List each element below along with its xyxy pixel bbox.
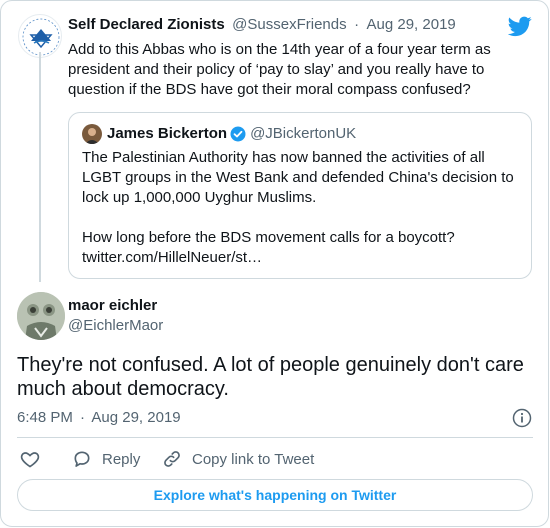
info-icon[interactable] bbox=[512, 408, 532, 428]
thread-line bbox=[39, 52, 41, 282]
text-line: question if the BDS have got their moral… bbox=[68, 81, 471, 98]
reply-button[interactable]: Reply bbox=[72, 449, 140, 469]
parent-header: Self Declared Zionists @SussexFriends · … bbox=[68, 16, 456, 34]
divider bbox=[17, 437, 533, 438]
quoted-link[interactable]: twitter.com/HillelNeuer/st… bbox=[82, 248, 527, 268]
separator-dot: · bbox=[80, 409, 86, 426]
quoted-header: James Bickerton @JBickertonUK bbox=[107, 125, 356, 142]
main-avatar[interactable] bbox=[17, 292, 65, 340]
text-line: LGBT groups in the West Bank and defende… bbox=[82, 169, 514, 186]
verified-badge-icon bbox=[230, 126, 246, 142]
separator-dot: · bbox=[354, 16, 360, 33]
quoted-tweet-text: The Palestinian Authority has now banned… bbox=[82, 148, 527, 268]
parent-handle[interactable]: @SussexFriends bbox=[232, 16, 346, 33]
link-icon bbox=[162, 449, 182, 469]
quoted-avatar bbox=[82, 124, 102, 144]
parent-date[interactable]: Aug 29, 2019 bbox=[367, 16, 456, 33]
quoted-handle: @JBickertonUK bbox=[250, 125, 357, 142]
text-line: They're not confused. A lot of people ge… bbox=[17, 354, 524, 376]
reply-label: Reply bbox=[102, 450, 141, 468]
quoted-tweet[interactable]: James Bickerton @JBickertonUK The Palest… bbox=[68, 112, 532, 279]
reply-icon bbox=[72, 449, 92, 469]
explore-button[interactable]: Explore what's happening on Twitter bbox=[17, 479, 533, 511]
tweet-time: 6:48 PM bbox=[17, 409, 73, 426]
main-tweet-text: They're not confused. A lot of people ge… bbox=[17, 353, 537, 401]
text-line: Add to this Abbas who is on the 14th yea… bbox=[68, 41, 491, 58]
copy-link-button[interactable]: Copy link to Tweet bbox=[162, 449, 314, 469]
text-line: lock up 1,000,000 Uyghur Muslims. bbox=[82, 189, 317, 206]
text-line: much about democracy. bbox=[17, 378, 229, 400]
text-line: The Palestinian Authority has now banned… bbox=[82, 149, 485, 166]
parent-display-name[interactable]: Self Declared Zionists bbox=[68, 16, 225, 33]
twitter-bird-icon[interactable] bbox=[507, 14, 532, 38]
main-display-name[interactable]: maor eichler bbox=[68, 297, 157, 314]
main-handle[interactable]: @EichlerMaor bbox=[68, 317, 163, 334]
text-line: president and their policy of ‘pay to sl… bbox=[68, 61, 485, 78]
quoted-display-name: James Bickerton bbox=[107, 125, 228, 142]
tweet-date: Aug 29, 2019 bbox=[91, 409, 181, 426]
copy-link-label: Copy link to Tweet bbox=[192, 450, 315, 468]
heart-icon bbox=[20, 449, 40, 469]
parent-tweet-text: Add to this Abbas who is on the 14th yea… bbox=[68, 40, 538, 100]
like-button[interactable] bbox=[20, 449, 40, 469]
main-timestamp[interactable]: 6:48 PM · Aug 29, 2019 bbox=[17, 409, 181, 426]
text-line: How long before the BDS movement calls f… bbox=[82, 229, 455, 246]
